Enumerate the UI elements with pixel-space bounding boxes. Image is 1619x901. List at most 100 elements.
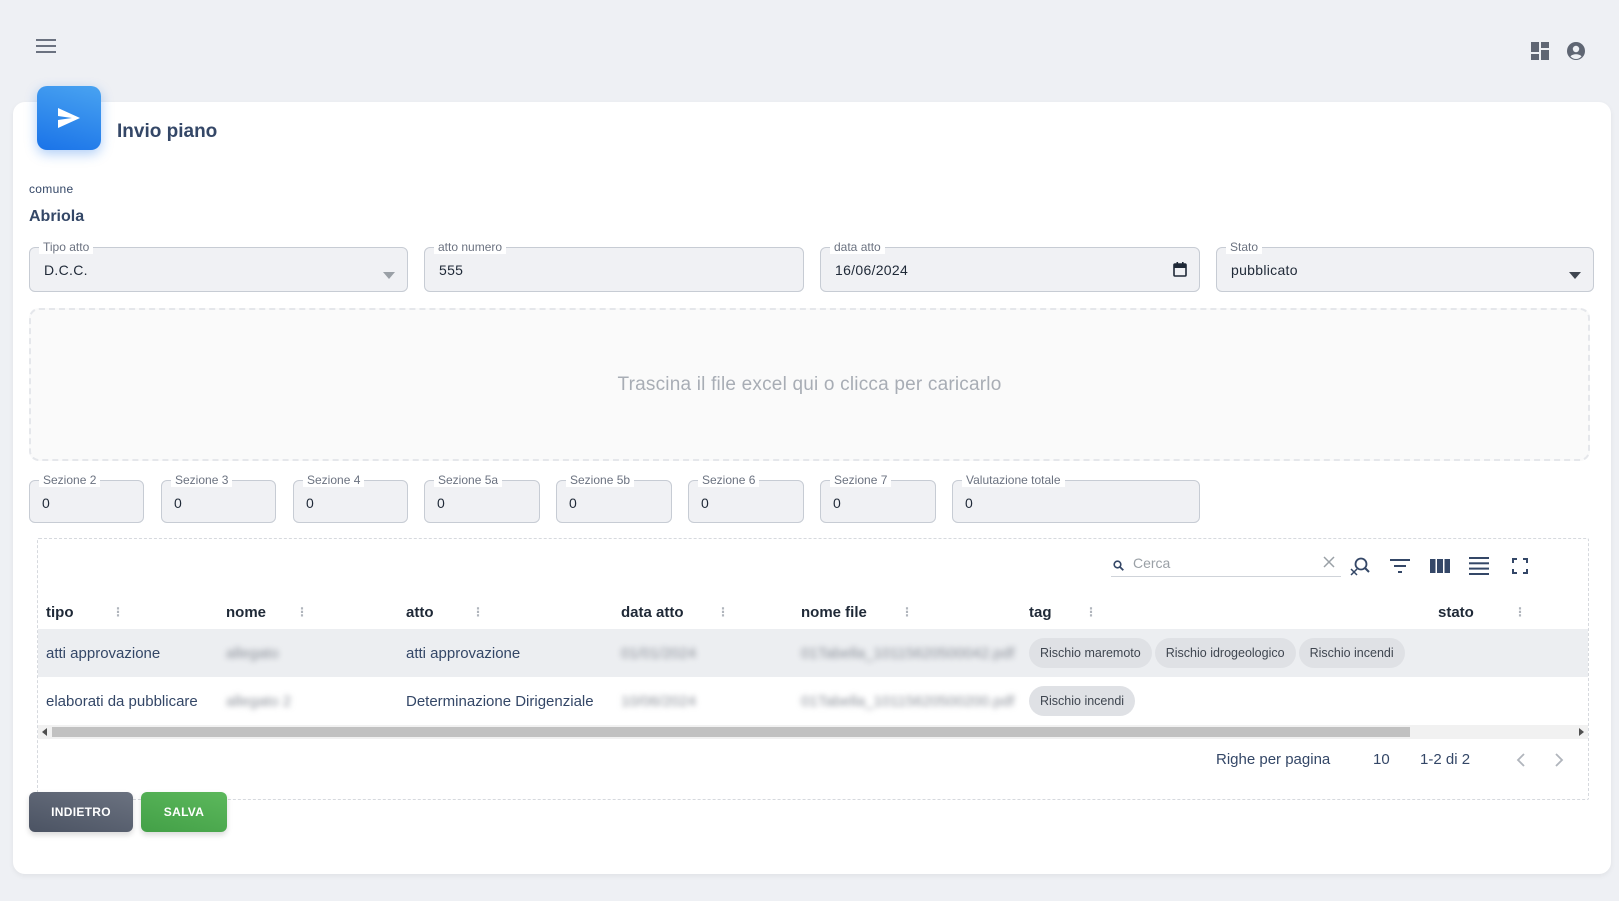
fullscreen-icon[interactable] <box>1507 553 1533 579</box>
stato-value: pubblicato <box>1231 262 1298 278</box>
horizontal-scrollbar[interactable] <box>38 725 1588 739</box>
scroll-left-icon[interactable] <box>42 728 47 736</box>
cell-data-atto: 10/06/2024 <box>621 692 697 710</box>
rows-per-page-label: Righe per pagina <box>1216 751 1331 768</box>
sezione-3-field[interactable]: Sezione 3 0 <box>161 473 276 523</box>
sezione-6-value: 0 <box>701 495 710 511</box>
sezione-7-value: 0 <box>833 495 842 511</box>
column-header-tag[interactable]: tag ⋮ <box>1029 595 1435 629</box>
column-header-stato[interactable]: stato ⋮ <box>1438 595 1558 629</box>
data-atto-value: 16/06/2024 <box>835 262 909 278</box>
data-atto-field[interactable]: data atto 16/06/2024 <box>820 240 1200 292</box>
data-table: tipo ⋮ nome ⋮ atto ⋮ data atto ⋮ nome fi… <box>37 538 1589 800</box>
tag-chip[interactable]: Rischio incendi <box>1298 638 1405 668</box>
chevron-left-icon[interactable] <box>1516 753 1526 775</box>
stato-select[interactable]: Stato pubblicato <box>1216 240 1594 292</box>
sezione-5b-field[interactable]: Sezione 5b 0 <box>556 473 672 523</box>
column-menu-icon[interactable]: ⋮ <box>901 606 913 618</box>
sezione-7-label: Sezione 7 <box>830 473 892 487</box>
cell-nome-file: 01Tabella_10115620500200.pdf <box>801 692 1015 710</box>
sezione-2-field[interactable]: Sezione 2 0 <box>29 473 144 523</box>
search-icon <box>1113 558 1124 576</box>
tag-chip[interactable]: Rischio idrogeologico <box>1154 638 1296 668</box>
chevron-down-icon <box>1569 266 1581 284</box>
save-button[interactable]: SALVA <box>141 792 227 832</box>
data-atto-label: data atto <box>830 240 885 254</box>
page-title: Invio piano <box>117 121 218 142</box>
sezione-4-field[interactable]: Sezione 4 0 <box>293 473 408 523</box>
table-search[interactable] <box>1111 551 1341 577</box>
cell-nome: allegato 2 <box>226 692 292 710</box>
sezione-7-field[interactable]: Sezione 7 0 <box>820 473 936 523</box>
atto-numero-value: 555 <box>439 262 464 278</box>
main-card: Invio piano comune Abriola Tipo atto D.C… <box>13 86 1611 874</box>
back-button[interactable]: INDIETRO <box>29 792 133 832</box>
sezione-5b-label: Sezione 5b <box>566 473 635 487</box>
table-row[interactable]: atti approvazione allegato atti approvaz… <box>38 629 1588 677</box>
column-header-atto[interactable]: atto ⋮ <box>406 595 616 629</box>
atto-numero-label: atto numero <box>434 240 507 254</box>
column-menu-icon[interactable]: ⋮ <box>1085 606 1097 618</box>
valutazione-totale-value: 0 <box>965 495 974 511</box>
column-header-nome-file[interactable]: nome file ⋮ <box>801 595 1025 629</box>
tag-chip[interactable]: Rischio maremoto <box>1029 638 1152 668</box>
pagination-range: 1-2 di 2 <box>1420 751 1471 768</box>
valutazione-totale-label: Valutazione totale <box>962 473 1065 487</box>
column-menu-icon[interactable]: ⋮ <box>717 606 729 618</box>
sezione-5a-field[interactable]: Sezione 5a 0 <box>424 473 540 523</box>
cell-nome: allegato <box>226 644 279 662</box>
tipo-atto-value: D.C.C. <box>44 262 88 278</box>
cell-atto: atti approvazione <box>406 644 521 662</box>
filter-list-icon[interactable] <box>1387 553 1413 579</box>
cell-atto: Determinazione Dirigenziale <box>406 692 594 710</box>
cell-data-atto: 01/01/2024 <box>621 644 697 662</box>
tipo-atto-label: Tipo atto <box>39 240 94 254</box>
stato-label: Stato <box>1226 240 1263 254</box>
sezione-6-field[interactable]: Sezione 6 0 <box>688 473 804 523</box>
search-input[interactable] <box>1131 553 1311 573</box>
sezione-4-label: Sezione 4 <box>303 473 365 487</box>
view-column-icon[interactable] <box>1427 553 1453 579</box>
sezione-3-label: Sezione 3 <box>171 473 233 487</box>
rows-per-page-select[interactable]: 10 <box>1373 751 1390 773</box>
dashboard-icon[interactable] <box>1527 38 1553 64</box>
chevron-right-icon[interactable] <box>1554 753 1564 775</box>
atto-numero-field[interactable]: atto numero 555 <box>424 240 804 292</box>
dropzone-text: Trascina il file excel qui o clicca per … <box>617 373 1002 395</box>
chevron-down-icon <box>383 266 395 284</box>
column-menu-icon[interactable]: ⋮ <box>296 606 308 618</box>
top-bar <box>0 0 1619 90</box>
column-header-tipo[interactable]: tipo ⋮ <box>46 595 222 629</box>
table-row[interactable]: elaborati da pubblicare allegato 2 Deter… <box>38 677 1588 725</box>
cell-tag: Rischio maremoto Rischio idrogeologico R… <box>1029 629 1408 677</box>
cell-tag: Rischio incendi <box>1029 677 1138 725</box>
cell-tipo: atti approvazione <box>46 644 161 662</box>
sezione-2-value: 0 <box>42 495 51 511</box>
column-header-nome[interactable]: nome ⋮ <box>226 595 402 629</box>
comune-label: comune <box>29 182 74 196</box>
valutazione-totale-field[interactable]: Valutazione totale 0 <box>952 473 1200 523</box>
sezione-2-label: Sezione 2 <box>39 473 101 487</box>
sezione-4-value: 0 <box>306 495 315 511</box>
density-icon[interactable] <box>1466 553 1492 579</box>
sezione-6-label: Sezione 6 <box>698 473 760 487</box>
search-off-icon[interactable] <box>1347 553 1373 579</box>
account-circle-icon[interactable] <box>1563 38 1589 64</box>
column-header-data-atto[interactable]: data atto ⋮ <box>621 595 797 629</box>
tipo-atto-select[interactable]: Tipo atto D.C.C. <box>29 240 408 292</box>
clear-icon[interactable] <box>1323 555 1335 573</box>
scrollbar-thumb[interactable] <box>52 727 1410 737</box>
calendar-icon[interactable] <box>1173 262 1187 282</box>
excel-dropzone[interactable]: Trascina il file excel qui o clicca per … <box>29 308 1590 461</box>
menu-icon[interactable] <box>32 34 60 58</box>
column-menu-icon[interactable]: ⋮ <box>472 606 484 618</box>
tag-chip[interactable]: Rischio incendi <box>1029 686 1136 716</box>
scroll-right-icon[interactable] <box>1579 728 1584 736</box>
cell-nome-file: 01Tabella_10115620500042.pdf <box>801 644 1015 662</box>
send-icon <box>37 86 101 150</box>
sezione-3-value: 0 <box>174 495 183 511</box>
column-menu-icon[interactable]: ⋮ <box>112 606 124 618</box>
table-header: tipo ⋮ nome ⋮ atto ⋮ data atto ⋮ nome fi… <box>38 595 1588 629</box>
sezione-5b-value: 0 <box>569 495 578 511</box>
column-menu-icon[interactable]: ⋮ <box>1514 606 1526 618</box>
